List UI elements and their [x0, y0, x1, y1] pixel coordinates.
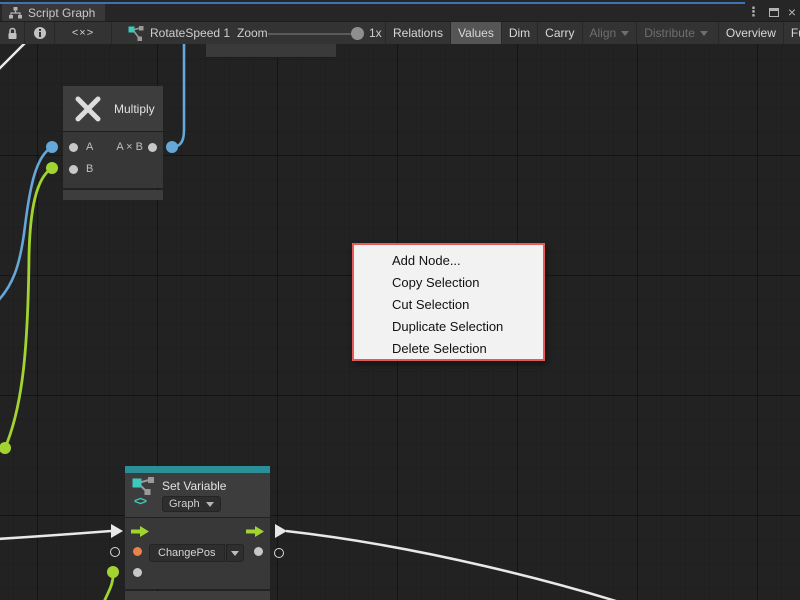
flow-arrowhead-in	[111, 524, 123, 538]
set-variable-body: ChangePos	[125, 518, 270, 589]
info-icon	[33, 26, 47, 40]
value-input-port[interactable]	[133, 568, 142, 577]
variable-input-port[interactable]	[133, 547, 142, 556]
menu-item-cut-selection[interactable]: Cut Selection	[354, 294, 543, 316]
set-variable-title: Set Variable	[162, 479, 226, 493]
code-preview-button[interactable]: <×>	[55, 22, 112, 44]
value-input-row	[125, 566, 270, 588]
code-angle-icon: <>	[134, 494, 146, 508]
set-variable-footer	[125, 591, 270, 600]
lock-icon	[7, 27, 18, 40]
multiply-node-title: Multiply	[114, 102, 155, 116]
align-label: Align	[590, 26, 617, 40]
chevron-down-icon	[700, 31, 708, 36]
set-variable-icon-column: <>	[132, 477, 158, 517]
maximize-icon[interactable]	[769, 8, 779, 17]
partial-node-footer[interactable]	[206, 44, 336, 58]
graph-node-icon	[132, 477, 156, 495]
relations-button[interactable]: Relations	[385, 22, 450, 44]
set-variable-header[interactable]: <> Set Variable Graph	[125, 473, 270, 517]
close-icon[interactable]: ×	[788, 5, 796, 19]
output-value-port[interactable]	[254, 547, 263, 556]
graph-canvas[interactable]: Multiply A A × B B	[0, 44, 800, 600]
multiply-node[interactable]: Multiply A A × B B	[63, 86, 163, 200]
wire-green-endpoint	[0, 442, 11, 454]
wire-white-topleft	[0, 44, 27, 72]
wire-green-bottom	[104, 572, 113, 600]
wire-blue-top	[174, 44, 184, 147]
overview-button[interactable]: Overview	[718, 22, 783, 44]
graph-node-icon	[128, 26, 144, 41]
wire-blue-port-a	[46, 141, 58, 153]
menu-item-copy-selection[interactable]: Copy Selection	[354, 272, 543, 294]
flow-out-arrow-icon[interactable]	[246, 526, 264, 537]
wire-blue-endpoint	[166, 141, 178, 153]
align-button[interactable]: Align	[582, 22, 637, 44]
graph-reference[interactable]: RotateSpeed 1	[128, 22, 230, 44]
graph-hierarchy-icon	[9, 7, 22, 19]
wire-blue-left	[0, 147, 52, 302]
distribute-button[interactable]: Distribute	[636, 22, 715, 44]
tab-bar: Script Graph ⋮ ×	[0, 0, 800, 21]
wire-white-out	[286, 531, 680, 600]
chevron-down-icon	[231, 551, 239, 556]
zoom-label: Zoom	[237, 26, 268, 40]
multiply-node-body: A A × B B	[63, 132, 163, 188]
dim-button[interactable]: Dim	[501, 22, 537, 44]
lock-button[interactable]	[0, 22, 25, 44]
wire-white-in	[0, 531, 111, 539]
tab-script-graph[interactable]: Script Graph	[2, 4, 105, 21]
port-result-label: A × B	[116, 141, 143, 153]
wire-green-bottom-endpoint	[107, 566, 119, 578]
variable-kind-dropdown[interactable]: Graph	[162, 496, 221, 512]
flow-arrowhead-out	[275, 524, 287, 538]
port-b-label: B	[86, 163, 93, 175]
context-menu: Add Node... Copy Selection Cut Selection…	[352, 243, 545, 361]
multiply-node-header[interactable]: Multiply	[63, 86, 163, 131]
window-menu-icon[interactable]: ⋮	[747, 5, 760, 19]
values-button[interactable]: Values	[450, 22, 501, 44]
menu-item-add-node[interactable]: Add Node...	[354, 250, 543, 272]
multiply-row-b: B	[63, 159, 163, 182]
multiply-row-a: A A × B	[63, 136, 163, 159]
graph-reference-label: RotateSpeed 1	[150, 26, 230, 40]
multiply-node-footer	[63, 190, 163, 200]
set-variable-text-column: Set Variable Graph	[162, 477, 226, 517]
graph-toolbar: <×> RotateSpeed 1 Zoom 1x Relations Valu…	[0, 21, 800, 44]
variable-name-caret-button[interactable]	[226, 544, 244, 562]
script-graph-window: Script Graph ⋮ × <×>	[0, 0, 800, 600]
output-port-result[interactable]	[148, 143, 157, 152]
input-port-a[interactable]	[69, 143, 78, 152]
focus-accent-line	[0, 2, 745, 4]
menu-item-duplicate-selection[interactable]: Duplicate Selection	[354, 316, 543, 338]
fullscreen-button[interactable]: Full Screen	[783, 22, 800, 44]
multiply-x-icon	[72, 93, 104, 125]
variable-name-dropdown[interactable]: ChangePos	[149, 544, 244, 562]
variable-name-value: ChangePos	[149, 544, 225, 562]
zoom-level: 1x	[369, 26, 382, 40]
set-variable-node[interactable]: <> Set Variable Graph	[125, 466, 270, 600]
zoom-slider-track[interactable]	[268, 33, 354, 35]
flow-in-arrow-icon[interactable]	[131, 526, 149, 537]
carry-button[interactable]: Carry	[537, 22, 581, 44]
wire-green-left	[5, 168, 52, 448]
chevron-down-icon	[621, 31, 629, 36]
info-button[interactable]	[25, 22, 55, 44]
left-hollow-port[interactable]	[110, 547, 120, 557]
chevron-down-icon	[206, 502, 214, 507]
right-hollow-port[interactable]	[274, 548, 284, 558]
variable-kind-value: Graph	[169, 498, 200, 510]
variable-name-row: ChangePos	[125, 544, 270, 566]
set-variable-accent-bar	[125, 466, 270, 473]
zoom-slider-handle[interactable]	[351, 27, 364, 40]
wire-green-port-b	[46, 162, 58, 174]
distribute-label: Distribute	[644, 26, 695, 40]
tab-label: Script Graph	[28, 6, 95, 20]
port-a-label: A	[86, 141, 93, 153]
window-controls: ⋮ ×	[747, 4, 796, 20]
input-port-b[interactable]	[69, 165, 78, 174]
toolbar-buttons: Relations Values Dim Carry Align Distrib…	[385, 22, 800, 44]
flow-row	[125, 518, 270, 544]
menu-item-delete-selection[interactable]: Delete Selection	[354, 338, 543, 360]
